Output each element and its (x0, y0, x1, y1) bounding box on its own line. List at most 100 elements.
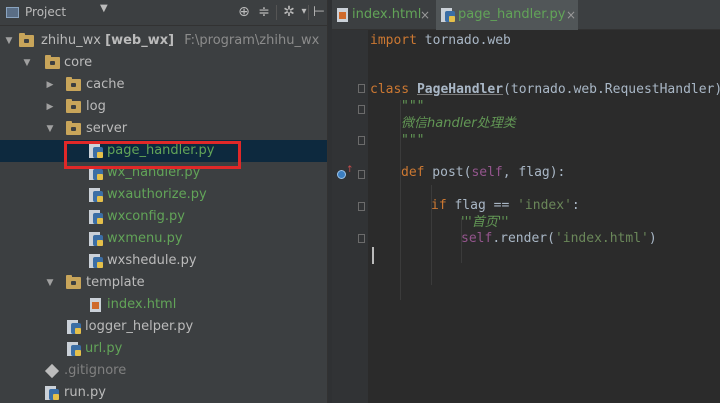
code-token: import (370, 33, 417, 48)
tree-item-label: wxmenu.py (107, 231, 183, 246)
tree-item-label: run.py (64, 385, 106, 400)
tree-item-template[interactable]: ▼ template (0, 272, 327, 294)
folder-icon (66, 275, 81, 289)
html-file-icon (89, 298, 103, 312)
override-arrow-icon: ↑ (346, 165, 354, 175)
tree-item-log[interactable]: ▶ log (0, 96, 327, 118)
tab-label: page_handler.py (458, 7, 566, 22)
code-token: def (401, 165, 425, 180)
code-line-9: self.render('index.html') (461, 230, 657, 247)
tree-item-wxauthorize[interactable]: wxauthorize.py (0, 184, 327, 206)
expanded-arrow-icon[interactable]: ▼ (44, 272, 56, 294)
code-token: (tornado.web.RequestHandler): (503, 82, 720, 97)
expanded-arrow-icon[interactable]: ▼ (21, 52, 33, 74)
tree-item-wxshedule[interactable]: wxshedule.py (0, 250, 327, 272)
tree-item-label: logger_helper.py (85, 319, 194, 334)
code-token: flag == (446, 198, 518, 213)
project-panel-header: Project ▼ ⊕ ≑ ✲ ▾ ⊢ (0, 0, 327, 26)
module-badge: [web_wx] (105, 33, 175, 48)
close-tab-icon[interactable]: × (420, 0, 430, 30)
editor-tab-bar: index.html × page_handler.py × (332, 0, 720, 30)
tree-item-core[interactable]: ▼ core (0, 52, 327, 74)
project-path: F:\program\zhihu_wx (184, 33, 320, 48)
python-file-icon (441, 8, 455, 22)
code-line-5: """ (401, 133, 425, 148)
fold-marker-icon[interactable] (358, 84, 365, 93)
collapsed-arrow-icon[interactable]: ▶ (44, 96, 56, 118)
code-token: if (431, 198, 447, 213)
tree-item-run[interactable]: run.py (0, 382, 327, 403)
text-caret (372, 247, 374, 264)
tree-item-index-html[interactable]: index.html (0, 294, 327, 316)
hide-panel-icon[interactable]: ⊢ (311, 4, 327, 20)
gear-dropdown-icon[interactable]: ▾ (296, 4, 312, 20)
tree-item-label: template (86, 275, 145, 290)
tab-page-handler[interactable]: page_handler.py × (436, 0, 578, 30)
folder-icon (66, 121, 81, 135)
collapse-all-icon[interactable]: ≑ (256, 4, 272, 20)
project-icon (6, 7, 19, 18)
gitignore-file-icon (44, 363, 60, 379)
code-line-2: class PageHandler(tornado.web.RequestHan… (370, 81, 720, 98)
code-token: self (471, 165, 503, 180)
code-line-7: if flag == 'index': (431, 197, 580, 214)
python-file-icon (89, 232, 103, 246)
code-area[interactable]: import tornado.web class PageHandler(tor… (370, 30, 720, 403)
code-line-3: """ (401, 99, 425, 114)
toolbar-separator (276, 5, 277, 20)
tree-item-cache[interactable]: ▶ cache (0, 74, 327, 96)
folder-icon (45, 55, 60, 69)
overrides-method-icon[interactable] (337, 170, 346, 179)
tree-item-label: server (86, 121, 128, 136)
annotation-highlight-box (64, 141, 241, 169)
code-line-8: '''首页''' (461, 215, 509, 230)
tree-item-wxconfig[interactable]: wxconfig.py (0, 206, 327, 228)
gear-icon[interactable]: ✲ (281, 4, 297, 20)
tree-item-wxmenu[interactable]: wxmenu.py (0, 228, 327, 250)
code-token: class (370, 82, 410, 97)
tree-item-label: core (64, 55, 93, 70)
code-token: ) (648, 231, 657, 246)
python-file-icon (89, 254, 103, 268)
tree-item-label: log (86, 99, 106, 114)
expanded-arrow-icon[interactable]: ▼ (44, 118, 56, 140)
fold-marker-icon[interactable] (358, 105, 365, 114)
expanded-arrow-icon[interactable]: ▼ (3, 30, 15, 52)
collapsed-arrow-icon[interactable]: ▶ (44, 74, 56, 96)
tree-item-label: .gitignore (64, 363, 127, 378)
tree-item-root[interactable]: ▼ zhihu_wx [web_wx] F:\program\zhihu_wx (0, 30, 327, 52)
code-token: 'index.html' (554, 231, 649, 246)
tree-item-label: cache (86, 77, 125, 92)
code-token: tornado.web (416, 33, 511, 48)
tab-index-html[interactable]: index.html × (332, 0, 432, 30)
code-token: self (461, 231, 493, 246)
tab-label: index.html (352, 7, 422, 22)
locate-icon[interactable]: ⊕ (236, 4, 252, 20)
close-tab-icon[interactable]: × (566, 0, 576, 30)
code-token: , flag): (502, 165, 566, 180)
fold-marker-icon[interactable] (358, 170, 365, 179)
fold-marker-icon[interactable] (358, 136, 365, 145)
code-line-4: 微信handler处理类 (401, 116, 516, 131)
editor-gutter[interactable]: ↑ (332, 30, 368, 403)
tree-item-server[interactable]: ▼ server (0, 118, 327, 140)
toolbar-separator (308, 5, 309, 20)
tree-item-url[interactable]: url.py (0, 338, 327, 360)
python-file-icon (45, 386, 59, 400)
fold-marker-icon[interactable] (358, 234, 365, 243)
chevron-down-icon[interactable]: ▼ (100, 3, 108, 14)
code-token: PageHandler (416, 82, 504, 97)
editor-panel: index.html × page_handler.py × ↑ import … (332, 0, 720, 403)
fold-marker-icon[interactable] (358, 202, 365, 211)
python-file-icon (67, 320, 81, 334)
project-panel: Project ▼ ⊕ ≑ ✲ ▾ ⊢ ▼ zhihu_wx [web_wx] … (0, 0, 327, 403)
tree-item-label: index.html (107, 297, 177, 312)
tree-item-label: wxconfig.py (107, 209, 185, 224)
python-file-icon (89, 188, 103, 202)
folder-icon (66, 99, 81, 113)
tree-item-gitignore[interactable]: .gitignore (0, 360, 327, 382)
html-file-icon (336, 8, 350, 22)
tree-item-logger-helper[interactable]: logger_helper.py (0, 316, 327, 338)
python-file-icon (67, 342, 81, 356)
code-line-1: import tornado.web (370, 32, 511, 49)
